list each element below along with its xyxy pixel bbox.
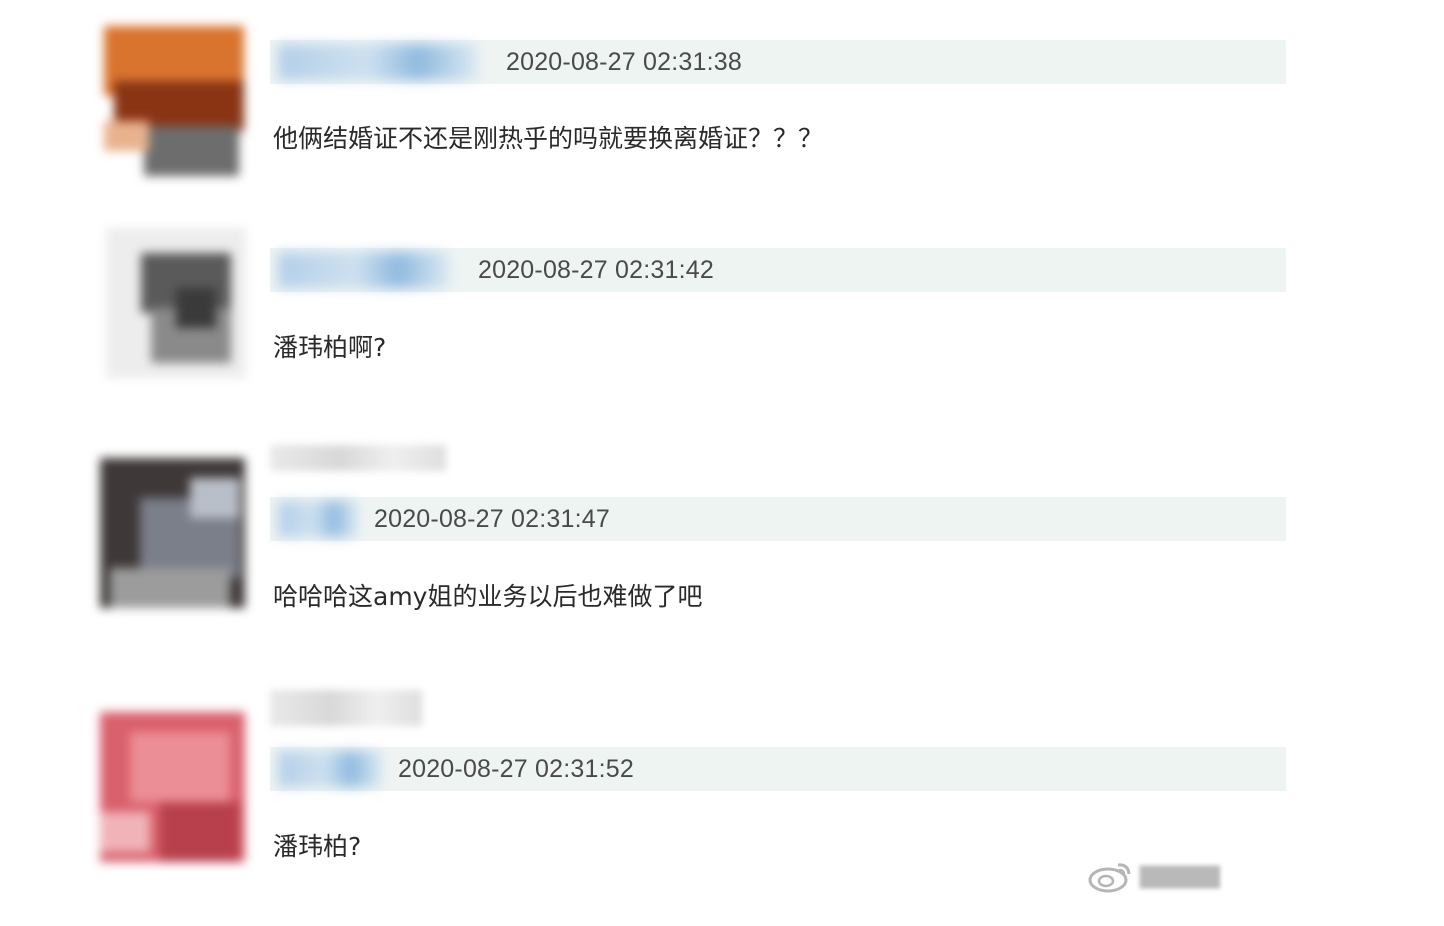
comment-meta-bar: 2020-08-27 02:31:42 [270,248,1286,292]
comment-timestamp: 2020-08-27 02:31:47 [374,505,610,533]
username[interactable] [278,751,382,787]
username[interactable] [278,252,450,288]
comment-meta-bar: 2020-08-27 02:31:38 [270,40,1286,84]
comment-text: 哈哈哈这amy姐的业务以后也难做了吧 [273,582,703,611]
watermark: ▆▆▆▆ [1088,855,1278,897]
comment-text: 他俩结婚证不还是刚热乎的吗就要换离婚证？？？ [273,124,824,153]
comment-list: 2020-08-27 02:31:38 他俩结婚证不还是刚热乎的吗就要换离婚证？… [0,0,1444,926]
avatar[interactable] [100,458,245,608]
weibo-logo-icon [1088,863,1131,893]
watermark-text: ▆▆▆▆ [1140,859,1220,889]
username[interactable] [278,501,358,537]
avatar[interactable] [104,26,244,176]
comment-timestamp: 2020-08-27 02:31:42 [478,256,714,284]
reply-context [270,445,446,471]
comment-meta-bar: 2020-08-27 02:31:52 [270,747,1286,791]
reply-context [270,690,422,726]
username[interactable] [278,44,478,80]
comment-timestamp: 2020-08-27 02:31:52 [398,755,634,783]
comment-text: 潘玮柏? [273,832,362,861]
avatar[interactable] [106,228,246,378]
comment-text: 潘玮柏啊? [273,333,387,362]
avatar[interactable] [100,712,245,862]
comment-timestamp: 2020-08-27 02:31:38 [506,48,742,76]
comment-meta-bar: 2020-08-27 02:31:47 [270,497,1286,541]
